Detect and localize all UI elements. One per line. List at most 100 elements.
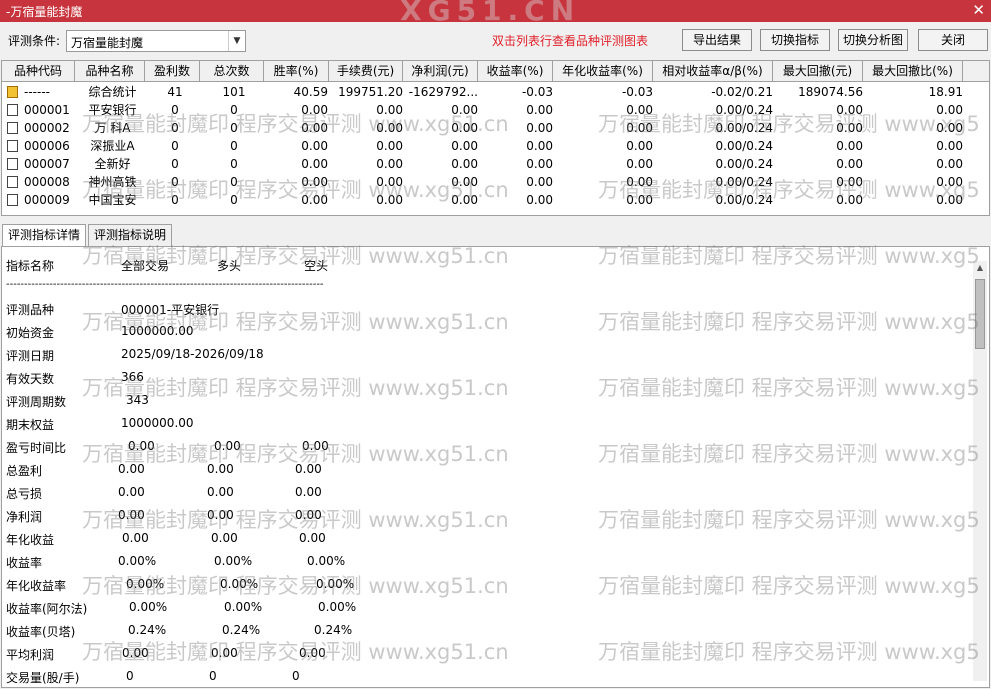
table-cell: 000002 [24, 121, 70, 135]
column-header[interactable]: 总次数 [200, 61, 264, 81]
table-cell: 0.00 [936, 139, 963, 153]
table-row[interactable]: 000008 神州高铁 0 0 0.00 0.00 0.00 0.00 0.00 0.00/0.2… [2, 173, 989, 191]
metric-value: 0.00% [220, 577, 259, 591]
close-icon[interactable]: ✕ [972, 1, 985, 19]
metric-value: 0.24% [222, 623, 261, 637]
summary-icon [7, 86, 18, 98]
column-header[interactable]: 品种代码 [2, 61, 75, 81]
column-header[interactable]: 胜率(%) [264, 61, 329, 81]
metric-label: 年化收益 [6, 533, 55, 547]
metric-value: 0.00 [207, 485, 234, 499]
table-row[interactable]: 000002 万 科A 0 0 0.00 0.00 0.00 0.00 0.00 0.00/0.2… [2, 119, 989, 137]
switch-indicator-button[interactable]: 切换指标 [760, 29, 830, 51]
metric-value: 0.00 [118, 508, 145, 522]
metric-value: 0.00% [118, 554, 157, 568]
metric-value: 0.00% [214, 554, 253, 568]
table-cell: 0.00 [626, 193, 653, 207]
table-cell: 0 [230, 157, 238, 171]
table-cell: 0.00 [376, 139, 403, 153]
table-cell: -1629792... [408, 85, 478, 99]
table-cell: 0.00 [451, 175, 478, 189]
detail-panel[interactable]: 指标名称 全部交易 多头 空头 ----------------------------… [1, 246, 990, 688]
table-cell: 0.00 [376, 157, 403, 171]
table-row[interactable]: ------ 综合统计 41 101 40.59 199751.20 -1629792...… [2, 83, 989, 101]
column-header[interactable]: 最大回撤比(%) [863, 61, 963, 81]
column-header[interactable]: 年化收益率(%) [553, 61, 653, 81]
metric-value: 0.00 [295, 462, 322, 476]
table-cell: 0.00 [451, 139, 478, 153]
results-table[interactable]: 品种代码 品种名称 盈利数 总次数 胜率(%) 手续费(元) 净利润(元) 收益… [1, 60, 990, 216]
metric-value: 0.00 [299, 646, 326, 660]
metric-value: 0.00 [207, 508, 234, 522]
scroll-up-icon[interactable]: ▲ [973, 261, 987, 275]
tab-indicator-description[interactable]: 评测指标说明 [88, 224, 172, 246]
metric-value: 0.00% [129, 600, 168, 614]
table-row[interactable]: 000001 平安银行 0 0 0.00 0.00 0.00 0.00 0.00 0.00/0.2… [2, 101, 989, 119]
info-value: 1000000.00 [121, 324, 194, 338]
condition-select[interactable]: 万宿量能封魔 ▼ [66, 30, 246, 52]
switch-chart-button[interactable]: 切换分析图 [838, 29, 908, 51]
table-cell: 全新好 [94, 157, 131, 171]
table-cell: 000008 [24, 175, 70, 189]
chevron-down-icon[interactable]: ▼ [228, 31, 245, 51]
column-header[interactable]: 品种名称 [75, 61, 145, 81]
table-cell: 0.00 [626, 175, 653, 189]
table-cell: 0.00 [376, 103, 403, 117]
table-row[interactable]: 000006 深振业A 0 0 0.00 0.00 0.00 0.00 0.00 0.00/0.2… [2, 137, 989, 155]
vertical-scrollbar[interactable]: ▲ [973, 261, 987, 681]
hint-text: 双击列表行查看品种评测图表 [492, 34, 649, 48]
document-icon [7, 194, 18, 206]
metric-label: 收益率(阿尔法) [6, 602, 88, 616]
metric-value: 0 [126, 669, 134, 683]
table-cell: 0.00 [526, 157, 553, 171]
window-title: -万宿量能封魔 [6, 5, 83, 19]
table-row[interactable]: 000007 全新好 0 0 0.00 0.00 0.00 0.00 0.00 0.00/0.24… [2, 155, 989, 173]
metric-label: 总亏损 [6, 487, 43, 501]
table-cell: 0.00 [526, 121, 553, 135]
document-icon [7, 122, 18, 134]
document-icon [7, 140, 18, 152]
metric-value: 0.00 [295, 485, 322, 499]
metric-value: 0 [292, 669, 300, 683]
detail-header-cell: 多头 [217, 259, 242, 273]
table-cell: -0.03 [521, 85, 553, 99]
metric-value: 0.00 [211, 531, 238, 545]
title-bar: -万宿量能封魔 ✕ [0, 0, 991, 22]
detail-header-cell: 空头 [304, 259, 329, 273]
metric-label: 平均利润 [6, 648, 55, 662]
table-cell: 0.00 [301, 157, 328, 171]
tab-bar: 评测指标详情 评测指标说明 [0, 224, 991, 248]
tab-indicator-details[interactable]: 评测指标详情 [2, 224, 86, 248]
metric-value: 0.24% [314, 623, 353, 637]
scrollbar-thumb[interactable] [975, 279, 985, 349]
table-cell: 0.00 [836, 193, 863, 207]
export-button[interactable]: 导出结果 [682, 29, 752, 51]
table-cell: 0.00 [301, 121, 328, 135]
document-icon [7, 176, 18, 188]
info-label: 有效天数 [6, 372, 55, 386]
column-header[interactable]: 最大回撤(元) [773, 61, 863, 81]
table-cell: 189074.56 [798, 85, 863, 99]
metric-label: 收益率(贝塔) [6, 625, 76, 639]
table-cell: 0.00 [451, 121, 478, 135]
metric-value: 0.00 [295, 508, 322, 522]
close-button[interactable]: 关闭 [918, 29, 988, 51]
table-cell: 0 [171, 175, 179, 189]
table-header: 品种代码 品种名称 盈利数 总次数 胜率(%) 手续费(元) 净利润(元) 收益… [2, 61, 989, 82]
column-header[interactable]: 收益率(%) [478, 61, 553, 81]
table-row[interactable]: 000009 中国宝安 0 0 0.00 0.00 0.00 0.00 0.00 0.00/0.2… [2, 191, 989, 209]
condition-value: 万宿量能封魔 [71, 36, 144, 50]
metric-label: 盈亏时间比 [6, 441, 67, 455]
metric-value: 0.00 [118, 462, 145, 476]
column-header[interactable]: 净利润(元) [403, 61, 478, 81]
table-cell: 000001 [24, 103, 70, 117]
metric-value: 0.00 [211, 646, 238, 660]
column-header[interactable]: 盈利数 [145, 61, 200, 81]
info-label: 初始资金 [6, 326, 55, 340]
info-label: 期末权益 [6, 418, 55, 432]
column-header[interactable]: 相对收益率α/β(%) [653, 61, 773, 81]
metric-value: 0.00 [302, 439, 329, 453]
table-cell: 0.00 [451, 103, 478, 117]
table-cell: 0 [171, 157, 179, 171]
column-header[interactable]: 手续费(元) [329, 61, 403, 81]
